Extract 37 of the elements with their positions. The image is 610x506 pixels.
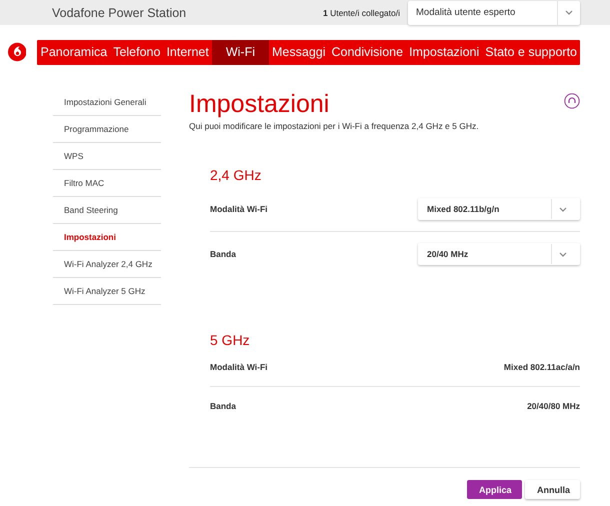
- nav-tab[interactable]: Stato e supporto: [482, 40, 580, 64]
- dropdown-field[interactable]: 20/40 MHz: [418, 243, 580, 265]
- section-title: 2,4 GHz: [210, 167, 262, 183]
- nav-tab[interactable]: Impostazioni: [406, 40, 482, 64]
- field-label: Modalità Wi-Fi: [210, 204, 269, 214]
- sidebar-item[interactable]: Wi-Fi Analyzer 2,4 GHz: [53, 251, 161, 278]
- app-title: Vodafone Power Station: [52, 6, 188, 20]
- sidebar-item[interactable]: Band Steering: [53, 197, 161, 224]
- field-label: Banda: [210, 249, 237, 259]
- nav-tab[interactable]: Internet: [163, 40, 212, 64]
- field-value: Mixed 802.11ac/a/n: [504, 362, 580, 372]
- nav-tab[interactable]: Panoramica: [37, 40, 110, 64]
- headset-icon[interactable]: [564, 93, 580, 109]
- chevron-down-icon: [559, 252, 567, 256]
- sidebar-item[interactable]: WPS: [53, 143, 161, 170]
- dropdown-field[interactable]: Mixed 802.11b/g/n: [418, 198, 580, 220]
- sidebar-item[interactable]: Filtro MAC: [53, 170, 161, 197]
- page-description: Qui puoi modificare le impostazioni per i Wi-Fi a frequenza 2,4 GHz e 5 GHz.: [189, 121, 480, 131]
- nav-tab[interactable]: Wi-Fi: [212, 40, 269, 64]
- nav-tab[interactable]: Messaggi: [269, 40, 328, 64]
- connected-users: 1 Utente/i collegato/i: [322, 8, 400, 18]
- chevron-down-icon: [559, 206, 567, 212]
- sidebar-item[interactable]: Impostazioni Generali: [53, 89, 161, 116]
- chevron-down-icon: [565, 10, 573, 15]
- page-title: Impostazioni: [189, 89, 330, 119]
- mode-select[interactable]: Modalità utente esperto: [408, 0, 580, 24]
- apply-button[interactable]: Applica: [467, 480, 522, 499]
- field-value: 20/40/80 MHz: [527, 401, 580, 411]
- cancel-button[interactable]: Annulla: [525, 480, 580, 499]
- sidebar-item[interactable]: Programmazione: [53, 116, 161, 143]
- field-label: Banda: [210, 401, 237, 411]
- sidebar-item[interactable]: Wi-Fi Analyzer 5 GHz: [53, 278, 161, 305]
- field-label: Modalità Wi-Fi: [210, 362, 269, 372]
- section-title: 5 GHz: [210, 332, 251, 348]
- nav-tab[interactable]: Telefono: [110, 40, 164, 64]
- nav-tab[interactable]: Condivisione: [328, 40, 406, 64]
- sidebar-item[interactable]: Impostazioni: [53, 224, 161, 251]
